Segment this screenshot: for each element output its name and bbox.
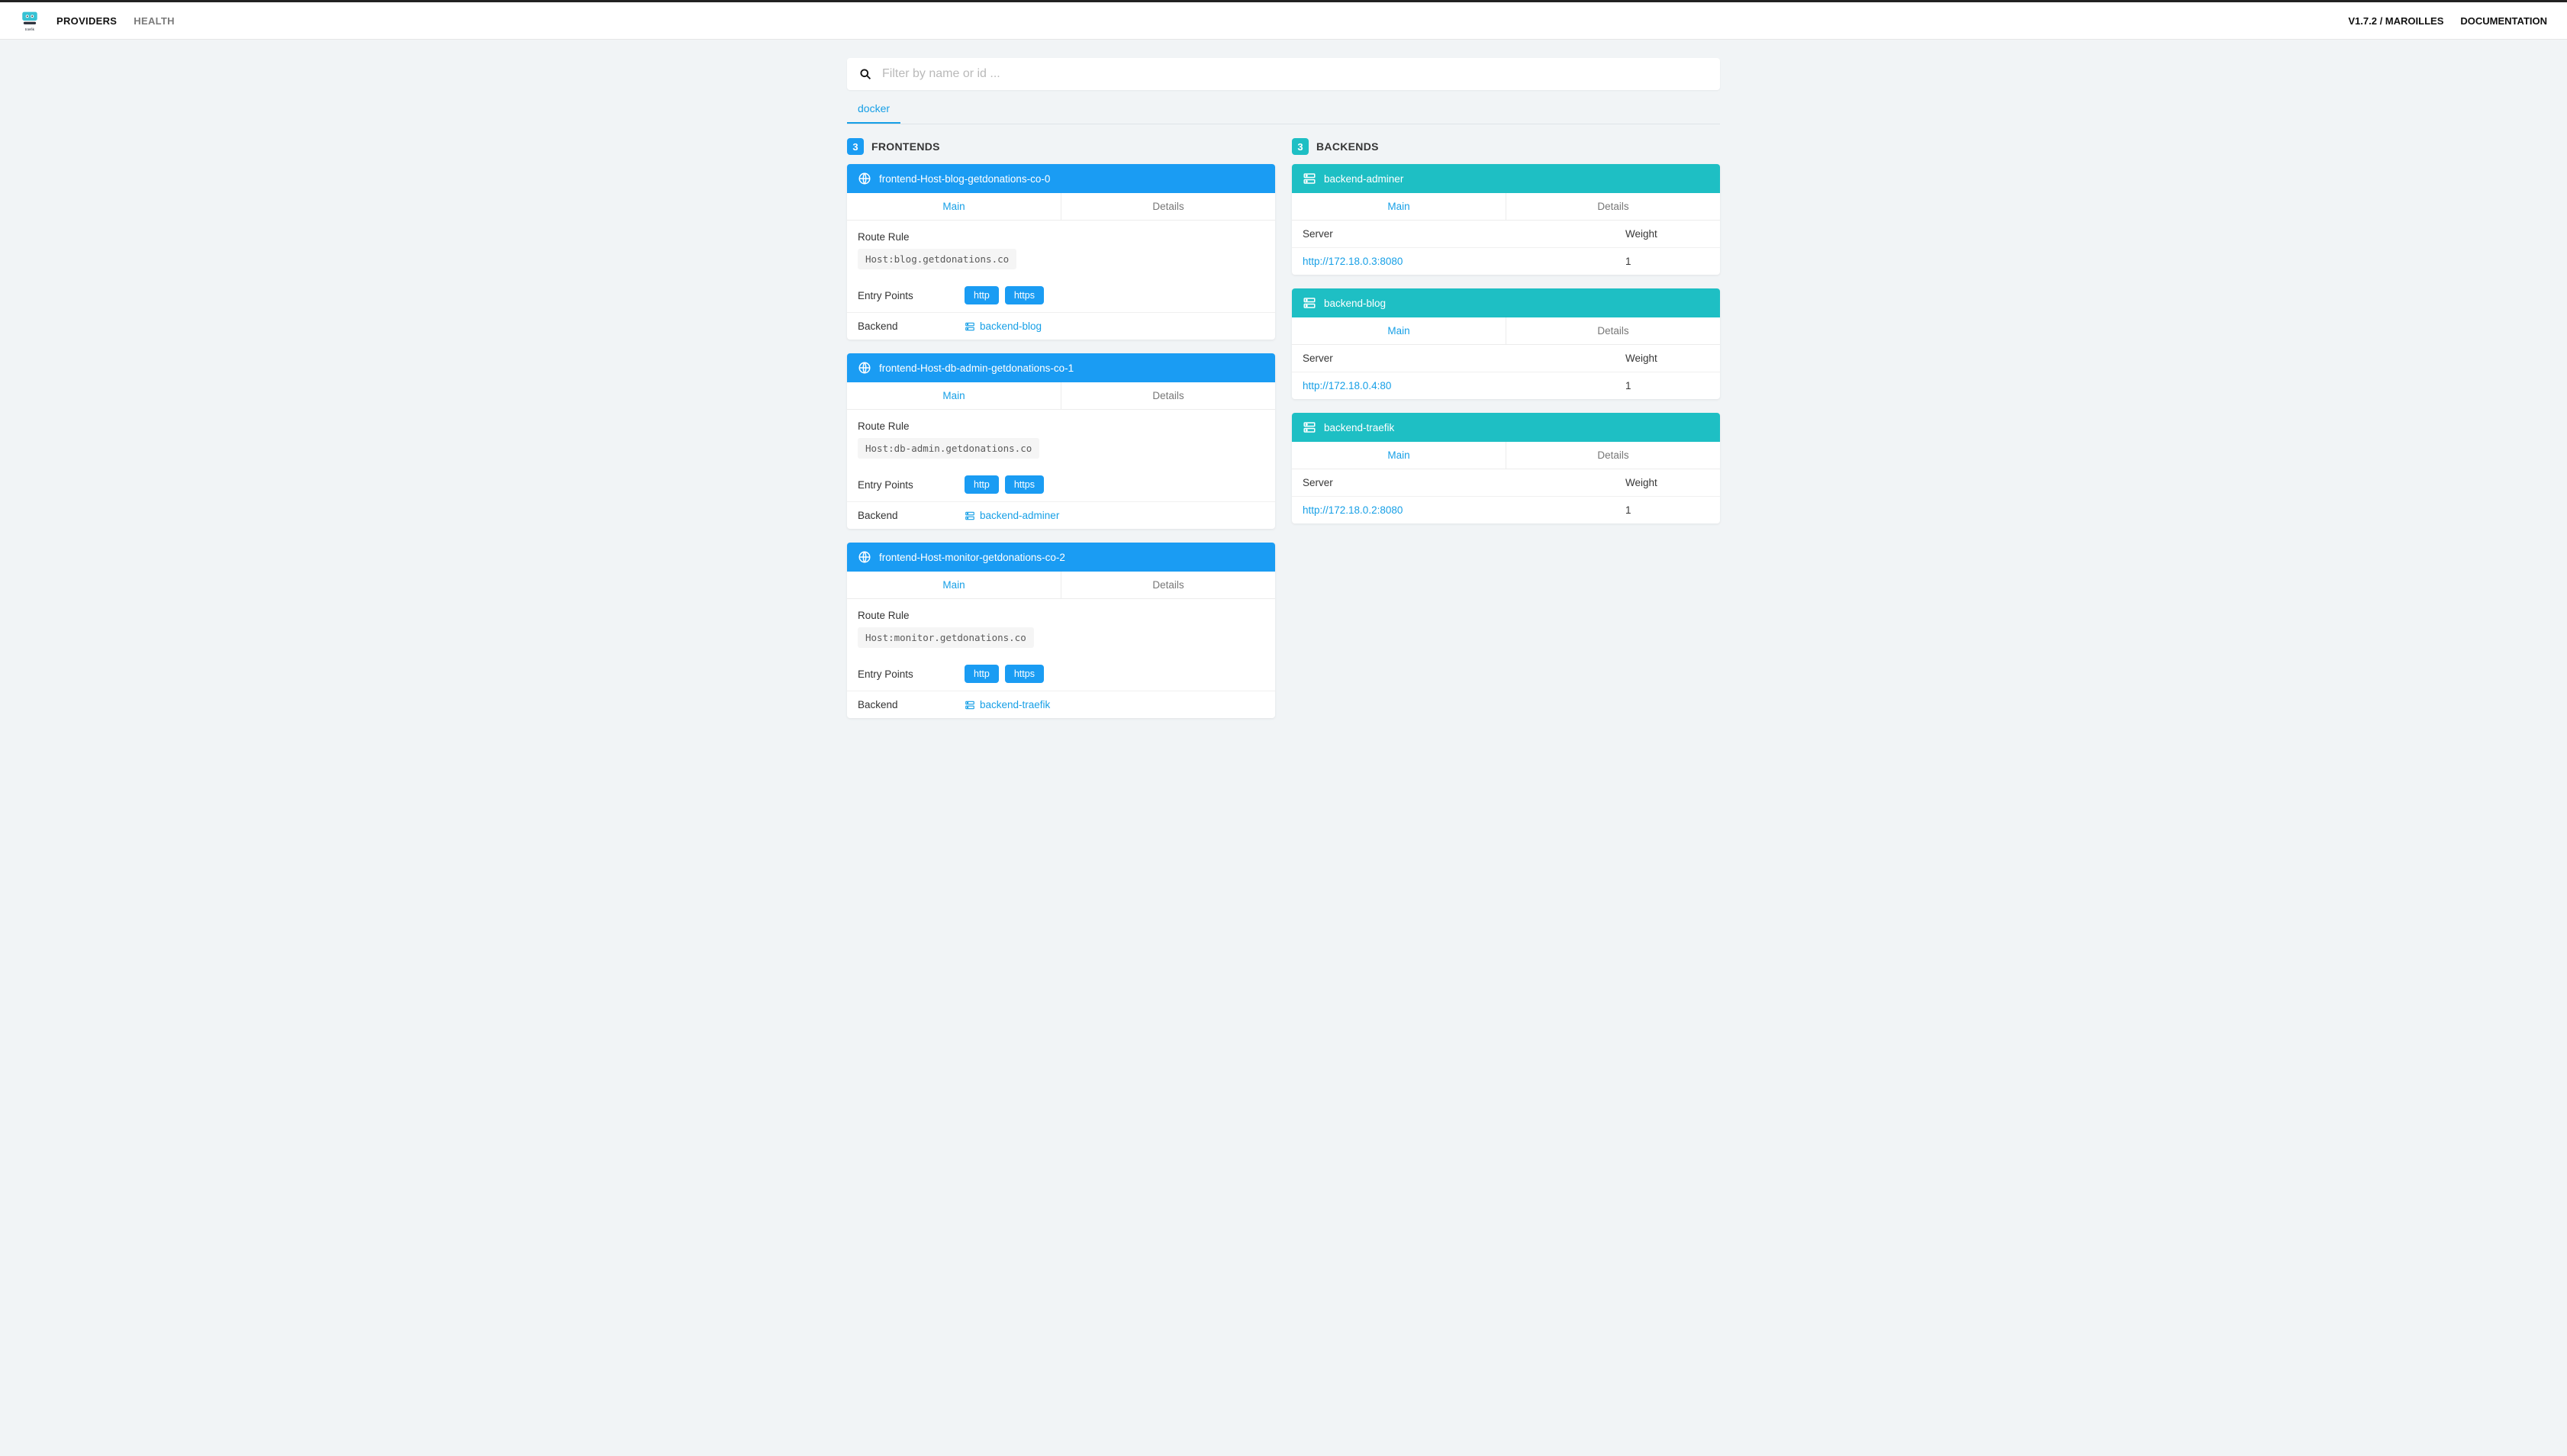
backend-link[interactable]: backend-adminer <box>965 510 1059 521</box>
frontend-tab-details[interactable]: Details <box>1061 572 1275 598</box>
route-rule-value: Host:monitor.getdonations.co <box>858 627 1034 648</box>
entry-points-tags: http https <box>965 286 1044 304</box>
frontends-title: FRONTENDS <box>871 140 940 153</box>
backend-card: backend-adminer Main Details Server Weig… <box>1292 164 1720 275</box>
frontends-count-badge: 3 <box>847 138 864 155</box>
backend-tab-details[interactable]: Details <box>1506 193 1720 220</box>
filter-input[interactable] <box>882 67 1708 81</box>
server-col-header: Server <box>1303 477 1625 488</box>
route-rule-label: Route Rule <box>858 610 965 621</box>
entry-points-label: Entry Points <box>858 479 965 491</box>
frontends-column: 3 FRONTENDS frontend-Host-blog-getdonati… <box>847 138 1275 732</box>
server-weight: 1 <box>1625 256 1709 267</box>
frontend-tab-main[interactable]: Main <box>847 193 1061 220</box>
server-url[interactable]: http://172.18.0.2:8080 <box>1303 504 1403 516</box>
globe-icon <box>858 361 871 375</box>
backend-label: Backend <box>858 321 965 332</box>
server-icon <box>1303 172 1316 185</box>
frontend-tab-main[interactable]: Main <box>847 572 1061 598</box>
backend-card: backend-traefik Main Details Server Weig… <box>1292 413 1720 523</box>
backend-tab-main[interactable]: Main <box>1292 317 1506 344</box>
version-link[interactable]: V1.7.2 / MAROILLES <box>2348 15 2443 27</box>
filter-box <box>847 58 1720 90</box>
server-col-header: Server <box>1303 353 1625 364</box>
backend-link[interactable]: backend-traefik <box>965 699 1050 710</box>
frontend-card-header: frontend-Host-db-admin-getdonations-co-1 <box>847 353 1275 382</box>
frontend-card: frontend-Host-monitor-getdonations-co-2 … <box>847 543 1275 718</box>
server-icon <box>965 700 975 710</box>
server-icon <box>1303 420 1316 434</box>
server-url[interactable]: http://172.18.0.4:80 <box>1303 380 1391 391</box>
traefik-logo: træfik <box>20 9 40 32</box>
entry-points-tags: http https <box>965 475 1044 494</box>
server-weight: 1 <box>1625 380 1709 391</box>
server-icon <box>965 321 975 332</box>
server-col-header: Server <box>1303 228 1625 240</box>
topbar: træfik PROVIDERS HEALTH V1.7.2 / MAROILL… <box>0 0 2567 40</box>
backend-card-header: backend-traefik <box>1292 413 1720 442</box>
backend-card-header: backend-blog <box>1292 288 1720 317</box>
nav-health[interactable]: HEALTH <box>134 15 175 27</box>
frontend-name: frontend-Host-blog-getdonations-co-0 <box>879 173 1050 185</box>
backend-tab-main[interactable]: Main <box>1292 442 1506 469</box>
backend-tab-main[interactable]: Main <box>1292 193 1506 220</box>
backend-name: backend-blog <box>1324 298 1386 309</box>
nav-providers[interactable]: PROVIDERS <box>56 15 117 27</box>
frontend-name: frontend-Host-monitor-getdonations-co-2 <box>879 552 1065 563</box>
route-rule-label: Route Rule <box>858 420 965 432</box>
svg-text:træfik: træfik <box>25 27 35 32</box>
frontend-card-header: frontend-Host-monitor-getdonations-co-2 <box>847 543 1275 572</box>
frontend-name: frontend-Host-db-admin-getdonations-co-1 <box>879 362 1074 374</box>
frontend-tab-details[interactable]: Details <box>1061 382 1275 409</box>
server-url[interactable]: http://172.18.0.3:8080 <box>1303 256 1403 267</box>
entrypoint-tag: http <box>965 286 999 304</box>
frontend-card: frontend-Host-db-admin-getdonations-co-1… <box>847 353 1275 529</box>
backends-title: BACKENDS <box>1316 140 1379 153</box>
weight-col-header: Weight <box>1625 353 1709 364</box>
backends-count-badge: 3 <box>1292 138 1309 155</box>
frontend-card: frontend-Host-blog-getdonations-co-0 Mai… <box>847 164 1275 340</box>
entrypoint-tag: https <box>1005 475 1044 494</box>
backend-tab-details[interactable]: Details <box>1506 317 1720 344</box>
backend-card: backend-blog Main Details Server Weight … <box>1292 288 1720 399</box>
backend-label: Backend <box>858 510 965 521</box>
server-icon <box>1303 296 1316 310</box>
frontend-tab-main[interactable]: Main <box>847 382 1061 409</box>
route-rule-value: Host:blog.getdonations.co <box>858 249 1016 269</box>
globe-icon <box>858 550 871 564</box>
server-icon <box>965 511 975 521</box>
backend-name: backend-traefik <box>1324 422 1394 433</box>
documentation-link[interactable]: DOCUMENTATION <box>2460 15 2547 27</box>
entry-points-label: Entry Points <box>858 290 965 301</box>
frontend-tab-details[interactable]: Details <box>1061 193 1275 220</box>
entry-points-label: Entry Points <box>858 668 965 680</box>
entrypoint-tag: http <box>965 475 999 494</box>
backend-card-header: backend-adminer <box>1292 164 1720 193</box>
route-rule-label: Route Rule <box>858 231 965 243</box>
search-icon <box>859 68 873 80</box>
backend-name: backend-adminer <box>1324 173 1403 185</box>
tab-docker[interactable]: docker <box>847 95 900 124</box>
route-rule-value: Host:db-admin.getdonations.co <box>858 438 1039 459</box>
entrypoint-tag: https <box>1005 286 1044 304</box>
entry-points-tags: http https <box>965 665 1044 683</box>
globe-icon <box>858 172 871 185</box>
entrypoint-tag: https <box>1005 665 1044 683</box>
backends-column: 3 BACKENDS backend-adminer Main Details … <box>1292 138 1720 732</box>
main-nav: PROVIDERS HEALTH <box>56 15 175 27</box>
frontend-card-header: frontend-Host-blog-getdonations-co-0 <box>847 164 1275 193</box>
entrypoint-tag: http <box>965 665 999 683</box>
provider-tabs: docker <box>847 95 1720 124</box>
weight-col-header: Weight <box>1625 477 1709 488</box>
backend-tab-details[interactable]: Details <box>1506 442 1720 469</box>
backend-link[interactable]: backend-blog <box>965 321 1042 332</box>
weight-col-header: Weight <box>1625 228 1709 240</box>
server-weight: 1 <box>1625 504 1709 516</box>
backend-label: Backend <box>858 699 965 710</box>
